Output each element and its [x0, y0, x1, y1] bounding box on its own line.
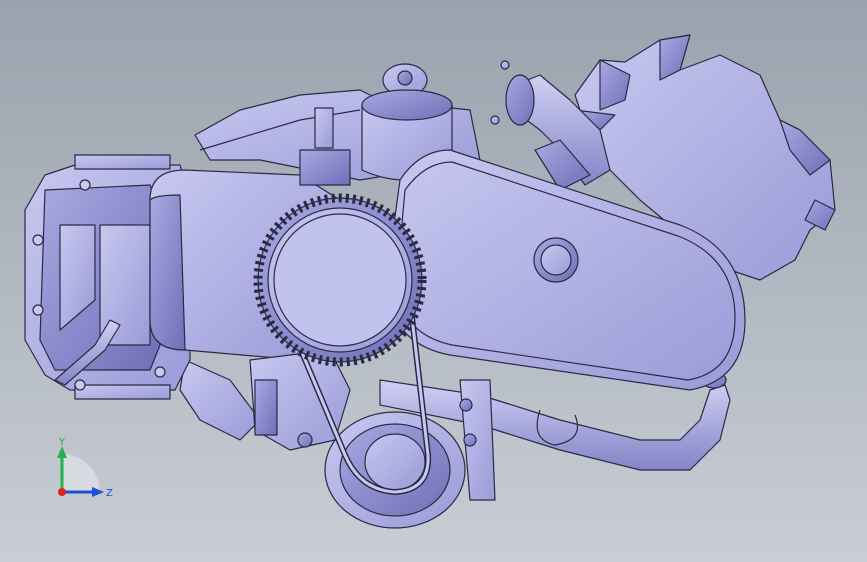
view-orientation-triad: Y Z	[40, 436, 120, 516]
z-axis-label: Z	[106, 488, 113, 499]
triad-plane-icon	[62, 454, 100, 492]
y-axis-label: Y	[58, 437, 66, 448]
x-axis-dot	[58, 488, 66, 496]
engine-3d-model[interactable]	[0, 0, 867, 562]
graphics-viewport[interactable]: Y Z	[0, 0, 867, 562]
driven-pulley[interactable]	[324, 411, 466, 529]
drive-pulley[interactable]	[253, 193, 427, 367]
